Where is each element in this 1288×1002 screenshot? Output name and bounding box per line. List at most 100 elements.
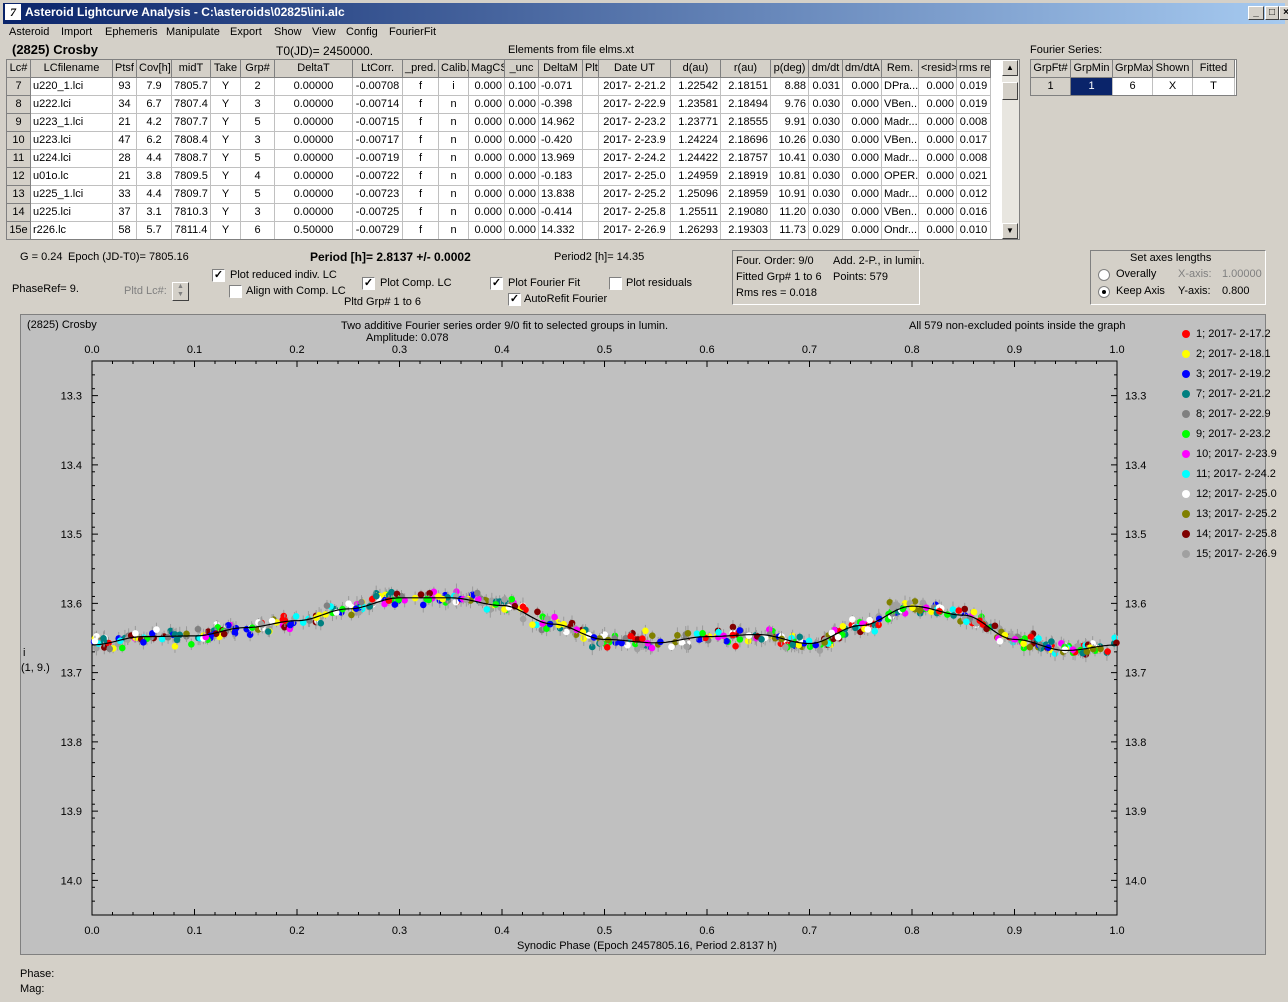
- cell-rem[interactable]: OPER...: [882, 168, 919, 186]
- y-axis-value[interactable]: 0.800: [1222, 285, 1250, 297]
- row-header[interactable]: 13: [7, 186, 31, 204]
- cell-midt[interactable]: 7810.3: [172, 204, 211, 222]
- cell-dateut[interactable]: 2017- 2-25.0: [599, 168, 671, 186]
- cell-deltat[interactable]: 0.00000: [275, 186, 353, 204]
- cell-plt[interactable]: [583, 78, 599, 96]
- plot-residuals-checkbox[interactable]: [609, 277, 622, 290]
- scroll-up-icon[interactable]: ▲: [1002, 60, 1018, 76]
- cell-take[interactable]: Y: [211, 204, 241, 222]
- cell-rmsres[interactable]: 0.021: [957, 168, 991, 186]
- cell-grp[interactable]: 3: [241, 96, 275, 114]
- cell-ptsf[interactable]: 37: [113, 204, 137, 222]
- cell-deltat[interactable]: 0.00000: [275, 114, 353, 132]
- cell-magcs[interactable]: 0.000: [469, 222, 505, 239]
- cell-ptsf[interactable]: 21: [113, 168, 137, 186]
- menu-asteroid[interactable]: Asteroid: [9, 26, 49, 38]
- cell-dmdt[interactable]: 0.031: [809, 78, 843, 96]
- cell-midt[interactable]: 7809.5: [172, 168, 211, 186]
- cell-cov[interactable]: 3.1: [137, 204, 172, 222]
- cell-rem[interactable]: Ondr...: [882, 222, 919, 239]
- cell-resid[interactable]: 0.000: [919, 78, 957, 96]
- col-header-unc[interactable]: _unc: [505, 60, 539, 78]
- col-header-rmsres[interactable]: rms res: [957, 60, 991, 78]
- cell-midt[interactable]: 7807.4: [172, 96, 211, 114]
- cell-dau[interactable]: 1.24422: [671, 150, 721, 168]
- cell-ptsf[interactable]: 28: [113, 150, 137, 168]
- cell-ltcorr[interactable]: -0.00723: [353, 186, 403, 204]
- fs-cell-grpmax[interactable]: 6: [1113, 78, 1153, 95]
- overally-radio[interactable]: [1098, 269, 1110, 281]
- col-header-rau[interactable]: r(au): [721, 60, 771, 78]
- cell-resid[interactable]: 0.000: [919, 132, 957, 150]
- cell-pdeg[interactable]: 11.73: [771, 222, 809, 239]
- col-header-resid[interactable]: <resid>: [919, 60, 957, 78]
- cell-filename[interactable]: u223_1.lci: [31, 114, 113, 132]
- cell-calib[interactable]: n: [439, 222, 469, 239]
- cell-rmsres[interactable]: 0.017: [957, 132, 991, 150]
- cell-ltcorr[interactable]: -0.00725: [353, 204, 403, 222]
- cell-take[interactable]: Y: [211, 114, 241, 132]
- cell-deltat[interactable]: 0.00000: [275, 78, 353, 96]
- row-header[interactable]: 12: [7, 168, 31, 186]
- cell-dmdta[interactable]: 0.000: [843, 150, 882, 168]
- cell-magcs[interactable]: 0.000: [469, 204, 505, 222]
- cell-magcs[interactable]: 0.000: [469, 132, 505, 150]
- row-header[interactable]: 15e: [7, 222, 31, 239]
- cell-dmdta[interactable]: 0.000: [843, 204, 882, 222]
- cell-grp[interactable]: 6: [241, 222, 275, 239]
- cell-rmsres[interactable]: 0.019: [957, 78, 991, 96]
- cell-dateut[interactable]: 2017- 2-22.9: [599, 96, 671, 114]
- cell-rem[interactable]: VBen...: [882, 96, 919, 114]
- cell-pdeg[interactable]: 10.91: [771, 186, 809, 204]
- cell-deltam[interactable]: 14.332: [539, 222, 583, 239]
- cell-rmsres[interactable]: 0.012: [957, 186, 991, 204]
- col-header-dmdta[interactable]: dm/dtA: [843, 60, 882, 78]
- cell-pred[interactable]: f: [403, 78, 439, 96]
- col-header-rem[interactable]: Rem.: [882, 60, 919, 78]
- cell-magcs[interactable]: 0.000: [469, 186, 505, 204]
- col-header-grp[interactable]: Grp#: [241, 60, 275, 78]
- cell-take[interactable]: Y: [211, 78, 241, 96]
- scroll-down-icon[interactable]: ▼: [1002, 223, 1018, 239]
- cell-deltat[interactable]: 0.00000: [275, 168, 353, 186]
- cell-unc[interactable]: 0.000: [505, 168, 539, 186]
- cell-plt[interactable]: [583, 204, 599, 222]
- keep-axis-radio[interactable]: [1098, 286, 1110, 298]
- col-header-dau[interactable]: d(au): [671, 60, 721, 78]
- fourier-series-table[interactable]: GrpFt# GrpMin GrpMax Shown Fitted 1 1 6 X T: [1030, 59, 1237, 96]
- cell-dmdt[interactable]: 0.030: [809, 186, 843, 204]
- lightcurve-chart[interactable]: 0.0 0.0 0.1 0.1 0.2 0.2 0.3 0.3 0.4 0.4 0.5 0.5 0.6 0…: [21, 315, 1267, 956]
- menu-view[interactable]: View: [312, 26, 336, 38]
- cell-deltat[interactable]: 0.00000: [275, 96, 353, 114]
- scroll-thumb[interactable]: [1002, 82, 1018, 100]
- cell-filename[interactable]: u01o.lc: [31, 168, 113, 186]
- col-header-pdeg[interactable]: p(deg): [771, 60, 809, 78]
- cell-dau[interactable]: 1.26293: [671, 222, 721, 239]
- row-header[interactable]: 10: [7, 132, 31, 150]
- cell-plt[interactable]: [583, 186, 599, 204]
- cell-magcs[interactable]: 0.000: [469, 168, 505, 186]
- cell-dmdta[interactable]: 0.000: [843, 132, 882, 150]
- menu-manipulate[interactable]: Manipulate: [166, 26, 220, 38]
- col-header-plt[interactable]: Plt: [583, 60, 599, 78]
- cell-plt[interactable]: [583, 114, 599, 132]
- cell-deltam[interactable]: 13.969: [539, 150, 583, 168]
- cell-dmdta[interactable]: 0.000: [843, 222, 882, 239]
- cell-midt[interactable]: 7808.7: [172, 150, 211, 168]
- cell-take[interactable]: Y: [211, 96, 241, 114]
- cell-filename[interactable]: u222.lci: [31, 96, 113, 114]
- cell-ltcorr[interactable]: -0.00715: [353, 114, 403, 132]
- col-header-dmdt[interactable]: dm/dt: [809, 60, 843, 78]
- cell-rau[interactable]: 2.18919: [721, 168, 771, 186]
- cell-take[interactable]: Y: [211, 222, 241, 239]
- lightcurve-table[interactable]: Lc# LCfilename Ptsf Cov[h] midT Take Grp# Delta…: [6, 59, 1020, 240]
- fs-cell-grpmin[interactable]: 1: [1071, 78, 1113, 95]
- cell-ltcorr[interactable]: -0.00717: [353, 132, 403, 150]
- cell-ltcorr[interactable]: -0.00708: [353, 78, 403, 96]
- cell-magcs[interactable]: 0.000: [469, 96, 505, 114]
- cell-take[interactable]: Y: [211, 168, 241, 186]
- cell-take[interactable]: Y: [211, 150, 241, 168]
- cell-deltam[interactable]: 13.838: [539, 186, 583, 204]
- cell-cov[interactable]: 5.7: [137, 222, 172, 239]
- cell-rau[interactable]: 2.18494: [721, 96, 771, 114]
